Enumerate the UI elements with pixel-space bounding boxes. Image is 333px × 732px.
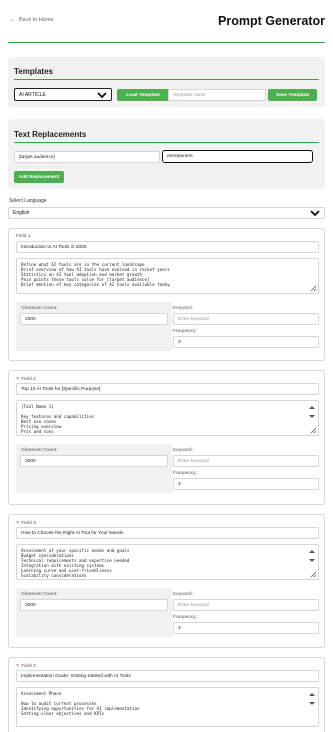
page-title: Prompt Generator [218,14,325,28]
field-label: × Field 4: [16,663,37,669]
add-replacement-button[interactable]: Add Replacement [14,171,64,183]
back-to-home-link[interactable]: ← Back to Home [10,17,54,23]
frequency-label: Frequency: [173,615,197,620]
text-replacements-section: Text Replacements [target audience] entr… [8,119,325,189]
character-count-label: Character Count: [21,448,58,453]
frequency-input[interactable]: 3 [173,336,319,348]
frequency-label: Frequency: [173,329,197,334]
remove-field-icon[interactable]: × [16,663,19,669]
scroll-arrows-icon[interactable] [308,404,316,420]
keyword-input[interactable]: Enter keyword [173,313,319,325]
scroll-arrows-icon[interactable] [308,548,316,564]
resize-handle-icon[interactable] [309,570,317,578]
character-count-input[interactable]: 2000 [20,599,168,611]
template-name-input[interactable]: Template name [168,89,266,101]
keyword-label: Keyword: [173,306,193,311]
keyword-input[interactable]: Enter keyword [173,599,319,611]
keyword-label: Keyword: [173,448,193,453]
character-count-label: Character Count: [21,592,58,597]
field-title-input[interactable]: Introduction to AI Tools in 2025 [16,241,319,253]
replace-text-input[interactable]: entrepeners [162,150,313,163]
field-title-input[interactable]: Top 10 AI Tools for [Specific Purpose] [16,383,319,395]
frequency-input[interactable]: 3 [173,622,319,634]
field-label: × Field 2: [16,376,37,382]
character-count-panel: Character Count: 2000 [16,302,172,351]
field-body-textarea[interactable]: Assessment Phase How to audit current pr… [16,687,319,727]
back-label: Back to Home [19,17,54,23]
resize-handle-icon[interactable] [309,426,317,434]
keyword-input[interactable]: Enter keyword [173,455,319,467]
keyword-label: Keyword: [173,592,193,597]
templates-section: Templates AI ARTICLE Load Template Templ… [8,57,325,107]
field-card-4: × Field 4: Implementation Guide: Getting … [8,657,325,732]
character-count-panel: Character Count: 2000 [16,444,172,493]
field-body-textarea[interactable]: Assessment of your specific needs and go… [16,544,319,580]
language-select-value: English [13,210,30,216]
resize-handle-icon[interactable] [309,284,317,292]
field-card-1: Field 1: Introduction to AI Tools in 202… [8,228,325,361]
language-label: Select Language [9,198,47,204]
frequency-label: Frequency: [173,471,197,476]
character-count-input[interactable]: 2000 [20,455,168,467]
remove-field-icon[interactable]: × [16,520,19,526]
back-arrow-icon: ← [10,17,16,23]
remove-field-icon[interactable]: × [16,376,19,382]
templates-heading: Templates [14,67,53,76]
field-title-input[interactable]: Implementation Guide: Getting Started wi… [16,670,319,682]
load-template-button[interactable]: Load Template [117,89,169,101]
language-select[interactable]: English [8,207,325,219]
save-template-button[interactable]: Save Template [268,89,317,101]
header: ← Back to Home Prompt Generator [0,0,333,46]
template-select-value: AI ARTICLE [19,91,46,98]
field-label: Field 1: [16,234,32,239]
chevron-down-icon [97,92,107,99]
frequency-input[interactable]: 3 [173,478,319,490]
header-divider [8,42,325,43]
field-card-3: × Field 3: How to Choose the Right AI Too… [8,514,325,648]
field-body-textarea[interactable]: Define what AI tools are in the current … [16,258,319,294]
character-count-panel: Character Count: 2000 [16,588,172,637]
field-card-2: × Field 2: Top 10 AI Tools for [Specific … [8,370,325,505]
field-body-textarea[interactable]: [Tool Name 1] Key features and capabilit… [16,400,319,436]
character-count-label: Character Count: [21,306,58,311]
chevron-down-icon [310,210,320,217]
find-text-input[interactable]: [target audience] [14,151,160,163]
character-count-input[interactable]: 2000 [20,313,168,325]
text-replacements-divider [14,142,319,143]
scroll-arrows-icon[interactable] [308,691,316,707]
text-replacements-heading: Text Replacements [14,130,87,139]
template-select[interactable]: AI ARTICLE [14,88,112,101]
field-title-input[interactable]: How to Choose the Right AI Tool for Your… [16,527,319,539]
templates-divider [14,79,319,80]
field-label: × Field 3: [16,520,37,526]
